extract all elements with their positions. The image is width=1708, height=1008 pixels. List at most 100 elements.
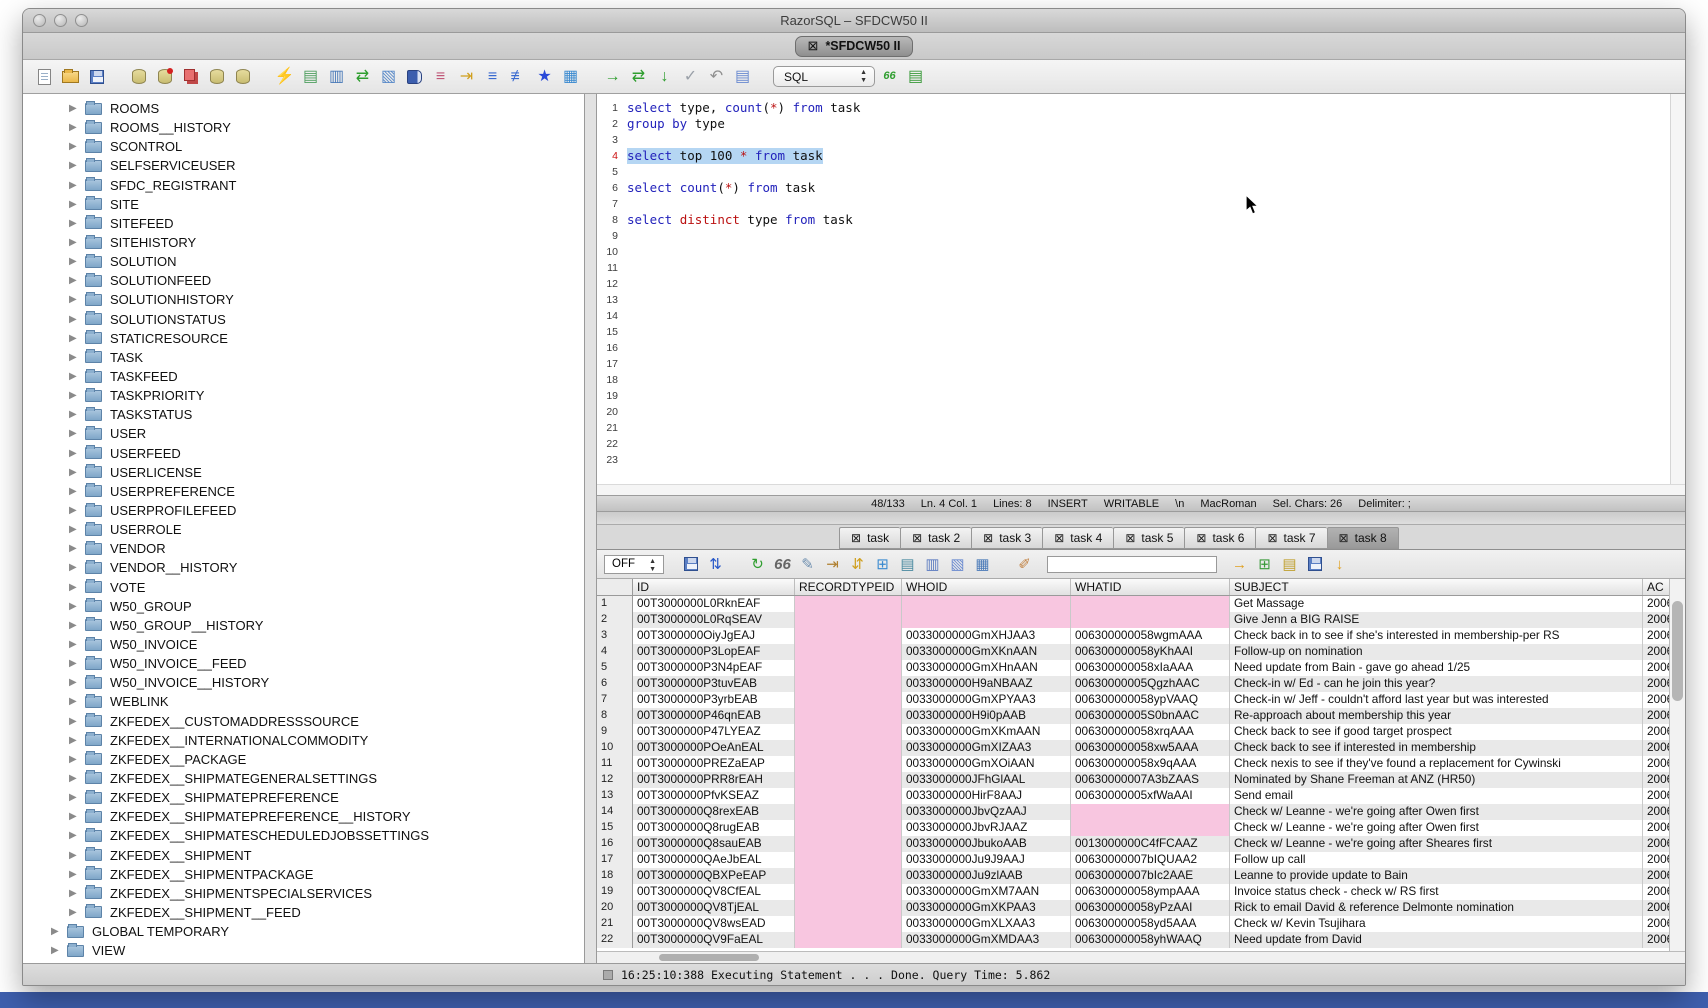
cell-whoid[interactable]: 0033000000GmXHJAA3 <box>902 628 1071 644</box>
tree-item-userfeed[interactable]: ▶USERFEED <box>23 444 584 463</box>
disclosure-triangle-icon[interactable]: ▶ <box>69 811 85 822</box>
disclosure-triangle-icon[interactable]: ▶ <box>69 907 85 918</box>
describe-glasses-icon[interactable]: 66 <box>878 65 901 88</box>
cell-whoid[interactable]: 0033000000GmXKmAAN <box>902 724 1071 740</box>
tree-item-zkfedex-shipmategeneralsettings[interactable]: ▶ZKFEDEX__SHIPMATEGENERALSETTINGS <box>23 769 584 788</box>
tree-item-zkfedex-shipmentpackage[interactable]: ▶ZKFEDEX__SHIPMENTPACKAGE <box>23 865 584 884</box>
results-search-input[interactable] <box>1047 556 1217 573</box>
cell-whoid[interactable]: 0033000000JbvRJAAZ <box>902 820 1071 836</box>
cell-whoid[interactable]: 0033000000H9aNBAAZ <box>902 676 1071 692</box>
disclosure-triangle-icon[interactable]: ▶ <box>69 122 85 133</box>
disclosure-triangle-icon[interactable]: ▶ <box>69 677 85 688</box>
results-tab-task[interactable]: ⊠task <box>839 527 900 549</box>
cell-whatid[interactable]: 00630000007A3bZAAS <box>1071 772 1230 788</box>
cell-id[interactable]: 00T3000000QBXPeEAP <box>633 868 795 884</box>
editor-line[interactable]: 5 <box>597 164 1685 180</box>
cell-ac[interactable]: 2006 <box>1643 676 1669 692</box>
download-results-icon[interactable]: ↓ <box>1329 554 1350 575</box>
cell-subject[interactable]: Follow up call <box>1230 852 1643 868</box>
results-tab-task-2[interactable]: ⊠task 2 <box>900 527 971 549</box>
editor-line[interactable]: 21 <box>597 420 1685 436</box>
editor-vertical-scrollbar[interactable] <box>1670 94 1685 484</box>
cell-whatid[interactable]: 006300000058yKhAAI <box>1071 644 1230 660</box>
cell-ac[interactable]: 2006 <box>1643 612 1669 628</box>
cell-recordtypeid[interactable] <box>795 708 902 724</box>
disclosure-triangle-icon[interactable]: ▶ <box>69 256 85 267</box>
cell-recordtypeid[interactable] <box>795 628 902 644</box>
tree-item-user[interactable]: ▶USER <box>23 424 584 443</box>
edit-cell-icon[interactable]: ✎ <box>797 554 818 575</box>
export-table-icon[interactable]: ⊞ <box>1254 554 1275 575</box>
tree-item-taskpriority[interactable]: ▶TASKPRIORITY <box>23 386 584 405</box>
zoom-window-button[interactable] <box>75 14 88 27</box>
cell-subject[interactable]: Check nexis to see if they've found a re… <box>1230 756 1643 772</box>
cell-whoid[interactable]: 0033000000GmXKPAA3 <box>902 900 1071 916</box>
cell-id[interactable]: 00T3000000OiyJgEAJ <box>633 628 795 644</box>
cell-id[interactable]: 00T3000000P47LYEAZ <box>633 724 795 740</box>
duplicate-connection-icon[interactable] <box>179 65 202 88</box>
tree-item-userrole[interactable]: ▶USERROLE <box>23 520 584 539</box>
editor-line[interactable]: 7 <box>597 196 1685 212</box>
results-tab-task-8[interactable]: ⊠task 8 <box>1327 527 1399 549</box>
cell-whatid[interactable] <box>1071 596 1230 612</box>
cell-subject[interactable]: Need update from David <box>1230 932 1643 948</box>
disclosure-triangle-icon[interactable]: ▶ <box>69 850 85 861</box>
cell-ac[interactable]: 2006 <box>1643 788 1669 804</box>
disclosure-triangle-icon[interactable]: ▶ <box>69 160 85 171</box>
copy-script-icon[interactable]: ▧ <box>377 65 400 88</box>
cell-recordtypeid[interactable] <box>795 756 902 772</box>
disclosure-triangle-icon[interactable]: ▶ <box>69 428 85 439</box>
header-cell-id[interactable]: ID <box>633 579 795 595</box>
disclosure-triangle-icon[interactable]: ▶ <box>69 180 85 191</box>
disclosure-triangle-icon[interactable]: ▶ <box>69 275 85 286</box>
cell-whoid[interactable]: 0033000000JbvQzAAJ <box>902 804 1071 820</box>
editor-line[interactable]: 19 <box>597 388 1685 404</box>
cell-ac[interactable]: 2006 <box>1643 804 1669 820</box>
results-tab-task-6[interactable]: ⊠task 6 <box>1184 527 1255 549</box>
filter-results-icon[interactable]: ⇅ <box>705 554 726 575</box>
cell-recordtypeid[interactable] <box>795 916 902 932</box>
close-window-button[interactable] <box>33 14 46 27</box>
disclosure-triangle-icon[interactable]: ▶ <box>69 390 85 401</box>
cell-whatid[interactable]: 006300000058ympAAA <box>1071 884 1230 900</box>
editor-line[interactable]: 12 <box>597 276 1685 292</box>
header-cell-ac[interactable]: AC <box>1643 579 1669 595</box>
cell-recordtypeid[interactable] <box>795 820 902 836</box>
cell-recordtypeid[interactable] <box>795 788 902 804</box>
refresh-table-icon[interactable]: ⊞ <box>872 554 893 575</box>
cell-subject[interactable]: Check w/ Leanne - we're going after Owen… <box>1230 820 1643 836</box>
editor-line[interactable]: 11 <box>597 260 1685 276</box>
clipboard-page-icon[interactable]: ▤ <box>731 65 754 88</box>
cell-subject[interactable]: Follow-up on nomination <box>1230 644 1643 660</box>
disclosure-triangle-icon[interactable]: ▶ <box>69 409 85 420</box>
results-tab-task-4[interactable]: ⊠task 4 <box>1042 527 1113 549</box>
cell-recordtypeid[interactable] <box>795 740 902 756</box>
disclosure-triangle-icon[interactable]: ▶ <box>69 716 85 727</box>
cell-ac[interactable]: 2006 <box>1643 932 1669 948</box>
sql-mode-select-stepper-icon[interactable]: ▲▼ <box>860 69 867 85</box>
cell-id[interactable]: 00T3000000P3tuvEAB <box>633 676 795 692</box>
cell-whatid[interactable]: 006300000058yhWAAQ <box>1071 932 1230 948</box>
tree-item-solutionhistory[interactable]: ▶SOLUTIONHISTORY <box>23 290 584 309</box>
view-row-glasses-icon[interactable]: 66 <box>772 554 793 575</box>
cell-id[interactable]: 00T3000000PfvKSEAZ <box>633 788 795 804</box>
editor-horizontal-scrollbar[interactable] <box>597 484 1685 495</box>
cell-whatid[interactable] <box>1071 820 1230 836</box>
undo-icon[interactable]: ↶ <box>705 65 728 88</box>
tree-item-zkfedex-shipmatescheduledjobssettings[interactable]: ▶ZKFEDEX__SHIPMATESCHEDULEDJOBSSETTINGS <box>23 826 584 845</box>
close-tab-icon[interactable]: ⊠ <box>851 531 861 545</box>
tree-item-zkfedex-package[interactable]: ▶ZKFEDEX__PACKAGE <box>23 750 584 769</box>
cell-whoid[interactable]: 0033000000Ju9zlAAB <box>902 868 1071 884</box>
cell-recordtypeid[interactable] <box>795 612 902 628</box>
cell-id[interactable]: 00T3000000L0RqSEAV <box>633 612 795 628</box>
cell-whatid[interactable]: 006300000058x9qAAA <box>1071 756 1230 772</box>
cell-ac[interactable]: 2006 <box>1643 740 1669 756</box>
tree-item-sfdc-registrant[interactable]: ▶SFDC_REGISTRANT <box>23 176 584 195</box>
cell-ac[interactable]: 2006 <box>1643 916 1669 932</box>
copy-table-icon[interactable]: ▦ <box>972 554 993 575</box>
panel-splitter[interactable] <box>584 94 597 963</box>
describe-table-icon[interactable]: ▥ <box>922 554 943 575</box>
find-next-icon[interactable]: → <box>1229 554 1250 575</box>
results-tab-task-3[interactable]: ⊠task 3 <box>971 527 1042 549</box>
new-file-icon[interactable] <box>33 65 56 88</box>
